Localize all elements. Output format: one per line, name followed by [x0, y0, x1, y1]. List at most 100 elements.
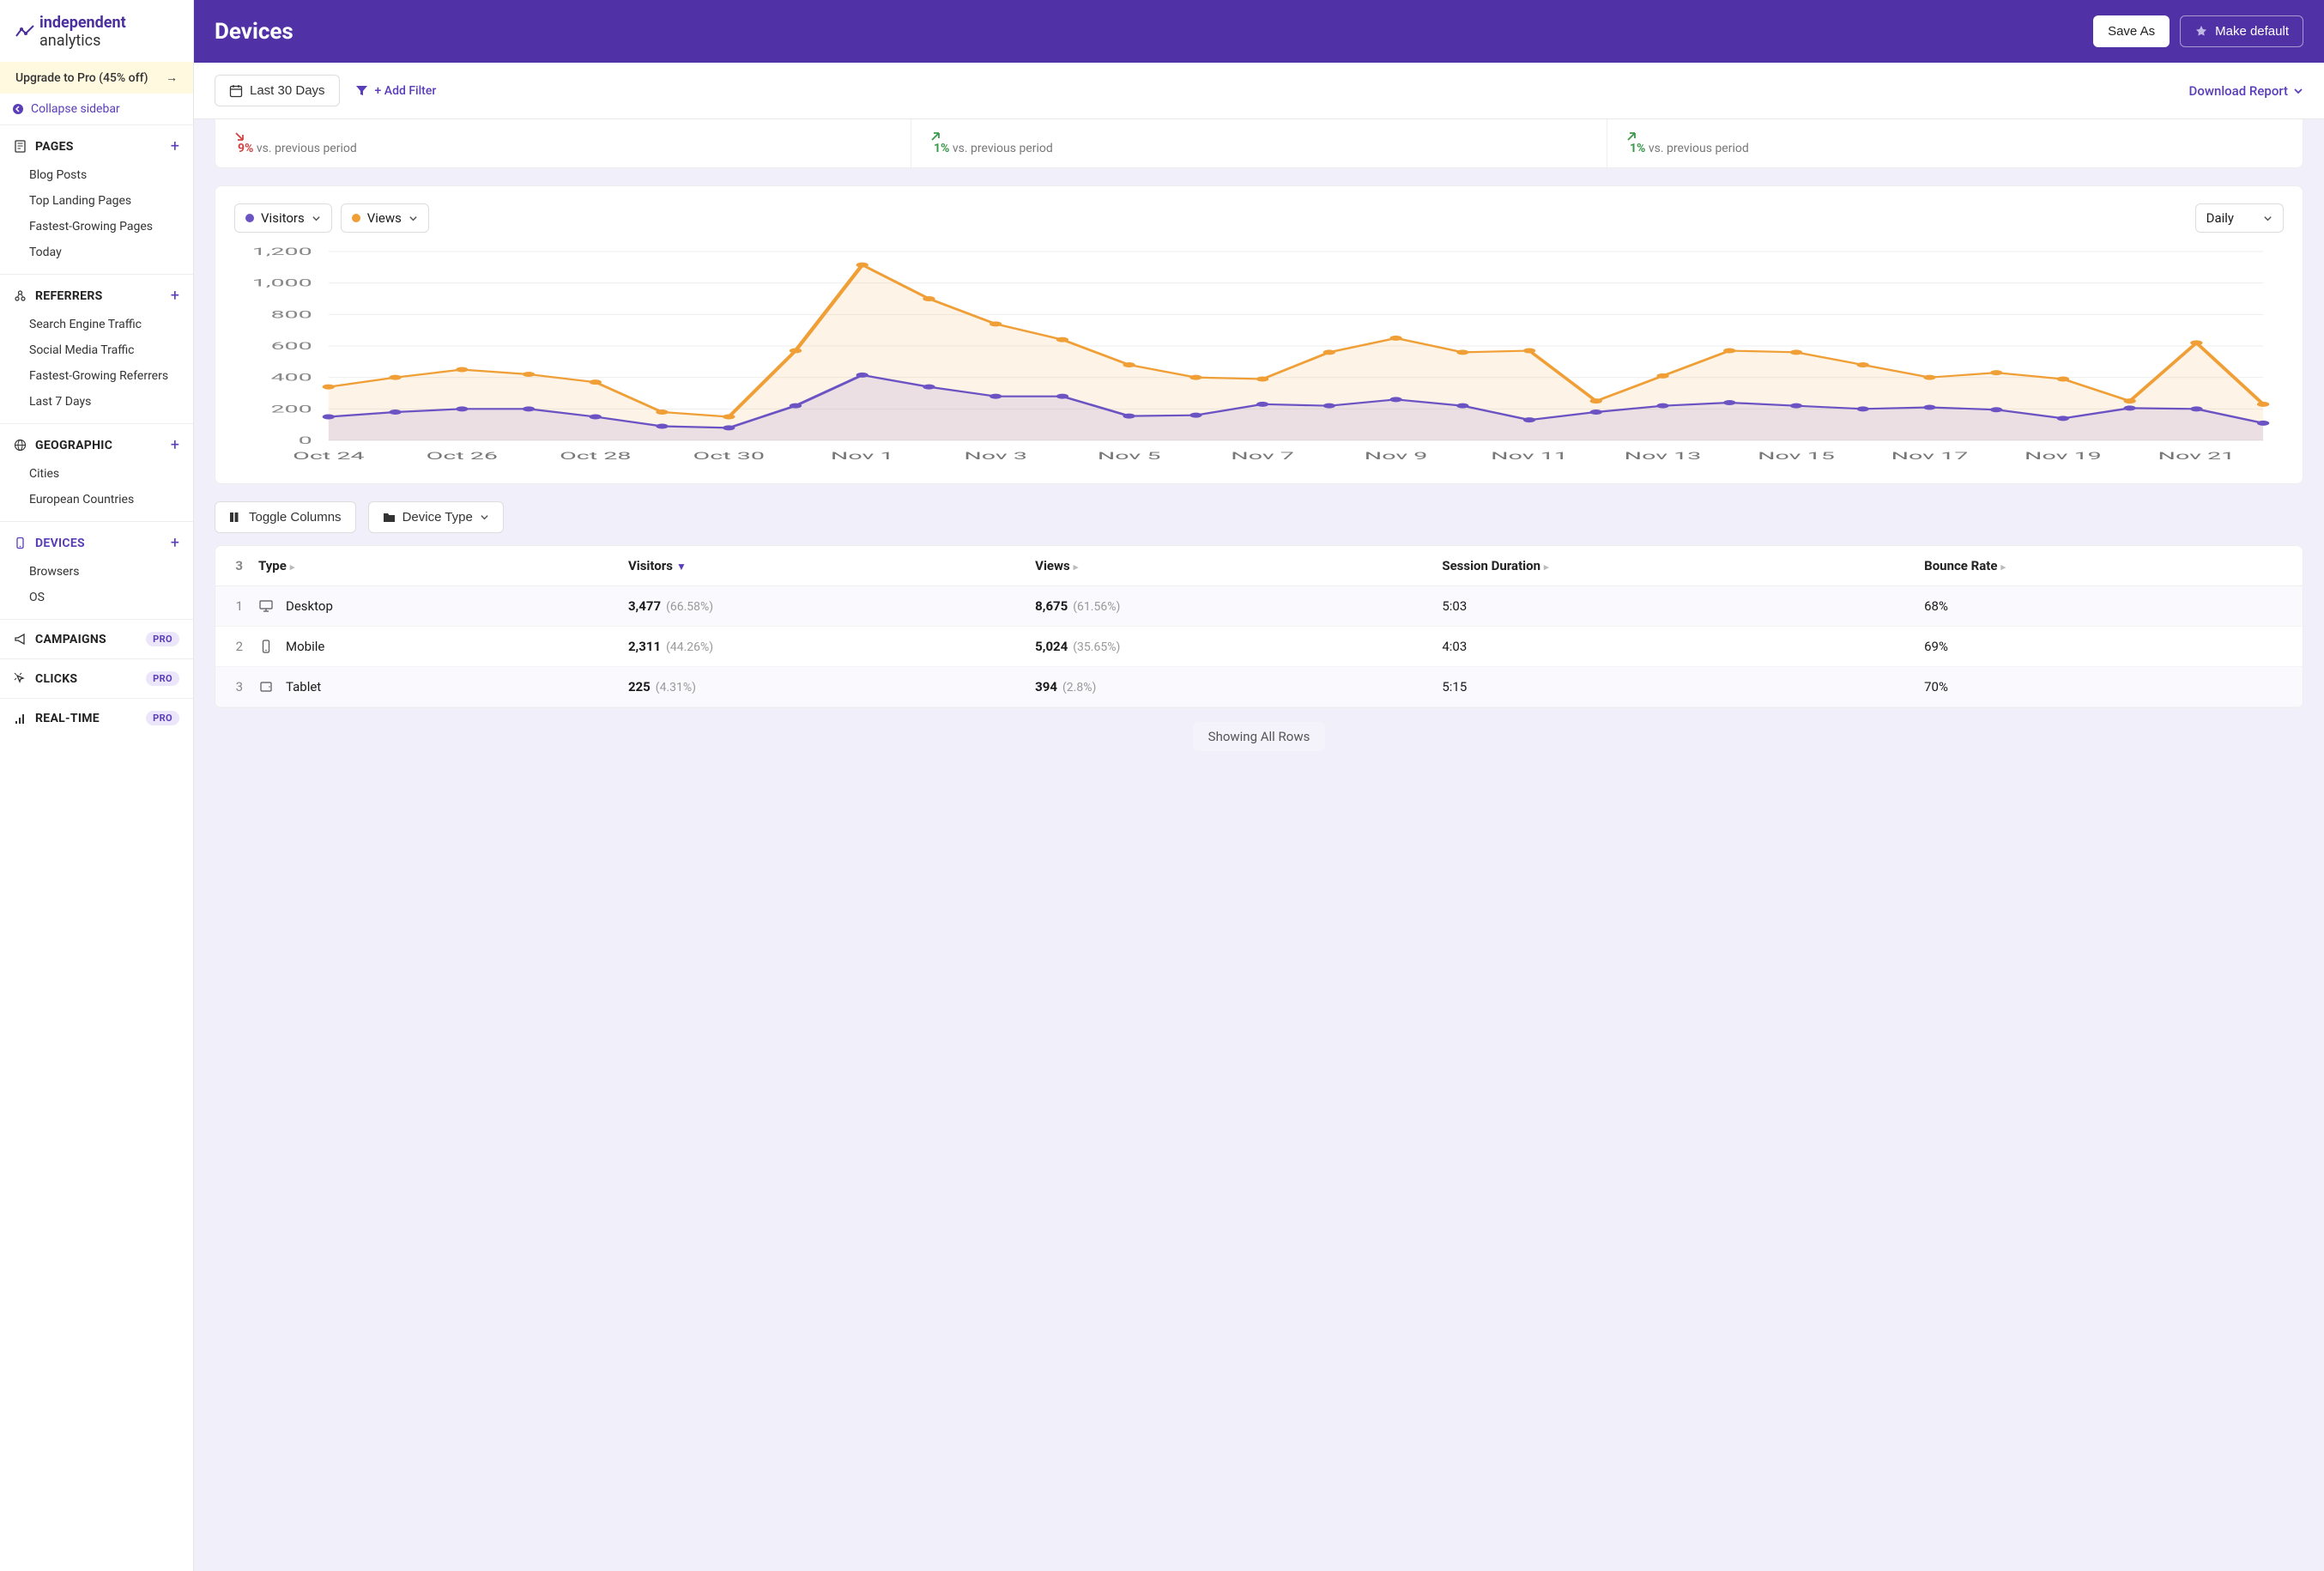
save-as-button[interactable]: Save As [2093, 15, 2170, 47]
sidebar-item-last-7-days[interactable]: Last 7 Days [0, 389, 193, 415]
nav-section-pages[interactable]: PAGES+ [0, 125, 193, 161]
nav-section-real-time[interactable]: REAL-TIMEPRO [0, 698, 193, 737]
svg-text:Nov 3: Nov 3 [964, 451, 1027, 463]
interval-select[interactable]: Daily [2195, 203, 2284, 233]
collapse-label: Collapse sidebar [31, 102, 120, 116]
sidebar: independent analytics Upgrade to Pro (45… [0, 0, 194, 1571]
upgrade-banner[interactable]: Upgrade to Pro (45% off) → [0, 62, 193, 94]
nav-section-geographic[interactable]: GEOGRAPHIC+ [0, 424, 193, 459]
svg-text:Nov 11: Nov 11 [1491, 451, 1568, 463]
devices-icon [14, 537, 27, 549]
table-row[interactable]: 3Tablet225(4.31%)394(2.8%)5:1570% [215, 667, 2303, 707]
svg-text:Oct 24: Oct 24 [293, 451, 364, 463]
pro-badge: PRO [146, 711, 179, 725]
sidebar-item-fastest-growing-referrers[interactable]: Fastest-Growing Referrers [0, 363, 193, 389]
sidebar-item-blog-posts[interactable]: Blog Posts [0, 162, 193, 188]
nav-section-clicks[interactable]: CLICKSPRO [0, 658, 193, 698]
nav-section-campaigns[interactable]: CAMPAIGNSPRO [0, 619, 193, 658]
svg-text:0: 0 [299, 435, 312, 447]
svg-text:1,000: 1,000 [252, 278, 312, 290]
upgrade-label: Upgrade to Pro (45% off) [15, 71, 148, 85]
metric-views-chip[interactable]: Views [341, 203, 429, 233]
svg-text:Nov 17: Nov 17 [1891, 451, 1969, 463]
sidebar-item-cities[interactable]: Cities [0, 461, 193, 487]
col-session-duration[interactable]: Session Duration▸ [1426, 546, 1909, 586]
col-bounce-rate[interactable]: Bounce Rate▸ [1909, 546, 2303, 586]
device-type-select[interactable]: Device Type [368, 501, 504, 533]
trend-up-icon [930, 131, 1588, 142]
svg-text:Nov 21: Nov 21 [2158, 451, 2236, 463]
campaigns-icon [14, 633, 27, 646]
make-default-button[interactable]: Make default [2180, 15, 2303, 47]
svg-text:400: 400 [270, 373, 312, 385]
referrers-icon [14, 289, 27, 302]
svg-text:1,200: 1,200 [252, 246, 312, 258]
plus-icon[interactable]: + [171, 137, 179, 155]
kpi: 1% vs. previous period [911, 119, 1607, 167]
chevron-down-icon [312, 214, 321, 223]
chevron-down-icon [2293, 86, 2303, 96]
trend-up-icon [1626, 131, 2284, 142]
logo-text: independent [39, 14, 126, 32]
download-report-button[interactable]: Download Report [2189, 83, 2303, 99]
logo-chart-icon [15, 24, 34, 39]
sidebar-item-os[interactable]: OS [0, 585, 193, 610]
col-type[interactable]: Type▸ [243, 546, 613, 586]
pages-icon [14, 140, 27, 153]
kpi: 1% vs. previous period [1607, 119, 2303, 167]
folder-icon [383, 511, 396, 524]
svg-text:Nov 9: Nov 9 [1365, 451, 1428, 463]
col-visitors[interactable]: Visitors▼ [613, 546, 1020, 586]
pro-badge: PRO [146, 632, 179, 646]
table-row[interactable]: 2Mobile2,311(44.26%)5,024(35.65%)4:0369% [215, 627, 2303, 667]
collapse-sidebar-button[interactable]: Collapse sidebar [0, 94, 193, 124]
plus-icon[interactable]: + [171, 534, 179, 552]
toolbar: Last 30 Days + Add Filter Download Repor… [194, 63, 2324, 119]
chart: 02004006008001,0001,200Oct 24Oct 26Oct 2… [234, 243, 2284, 466]
pro-badge: PRO [146, 671, 179, 686]
svg-text:Nov 1: Nov 1 [831, 451, 894, 463]
geographic-icon [14, 439, 27, 452]
svg-text:Nov 7: Nov 7 [1231, 451, 1294, 463]
sidebar-item-top-landing-pages[interactable]: Top Landing Pages [0, 188, 193, 214]
sidebar-item-social-media-traffic[interactable]: Social Media Traffic [0, 337, 193, 363]
desktop-icon [258, 598, 274, 614]
trend-down-icon [234, 131, 892, 142]
table-row[interactable]: 1Desktop3,477(66.58%)8,675(61.56%)5:0368… [215, 586, 2303, 627]
date-range-button[interactable]: Last 30 Days [215, 75, 340, 106]
sidebar-item-today[interactable]: Today [0, 240, 193, 265]
devices-table: 3Type▸Visitors▼Views▸Session Duration▸Bo… [215, 546, 2303, 707]
table-card: 3Type▸Visitors▼Views▸Session Duration▸Bo… [215, 545, 2303, 708]
nav-section-referrers[interactable]: REFERRERS+ [0, 275, 193, 310]
filter-icon [355, 84, 368, 97]
svg-text:200: 200 [270, 403, 312, 415]
clicks-icon [14, 672, 27, 685]
kpi-row: 9% vs. previous period1% vs. previous pe… [215, 119, 2303, 168]
logo-suffix: analytics [39, 32, 100, 50]
dot-icon [352, 214, 360, 222]
plus-icon[interactable]: + [171, 287, 179, 305]
sidebar-item-browsers[interactable]: Browsers [0, 559, 193, 585]
kpi: 9% vs. previous period [215, 119, 911, 167]
row-count: 3 [215, 546, 243, 586]
sidebar-item-european-countries[interactable]: European Countries [0, 487, 193, 513]
toggle-columns-button[interactable]: Toggle Columns [215, 501, 356, 533]
svg-text:Oct 26: Oct 26 [427, 451, 498, 463]
svg-text:Oct 30: Oct 30 [693, 451, 765, 463]
collapse-icon [12, 103, 24, 115]
col-views[interactable]: Views▸ [1020, 546, 1426, 586]
mobile-icon [258, 639, 274, 654]
chart-card: Visitors Views Daily [215, 185, 2303, 484]
sidebar-item-fastest-growing-pages[interactable]: Fastest-Growing Pages [0, 214, 193, 240]
add-filter-button[interactable]: + Add Filter [355, 84, 437, 98]
svg-text:Nov 19: Nov 19 [2024, 451, 2102, 463]
sidebar-item-search-engine-traffic[interactable]: Search Engine Traffic [0, 312, 193, 337]
plus-icon[interactable]: + [171, 436, 179, 454]
nav-section-devices[interactable]: DEVICES+ [0, 522, 193, 557]
real-time-icon [14, 712, 27, 725]
metric-visitors-chip[interactable]: Visitors [234, 203, 332, 233]
svg-text:Nov 15: Nov 15 [1758, 451, 1835, 463]
columns-icon [229, 511, 242, 524]
chevron-down-icon [2263, 214, 2273, 223]
topbar: Devices Save As Make default [194, 0, 2324, 63]
